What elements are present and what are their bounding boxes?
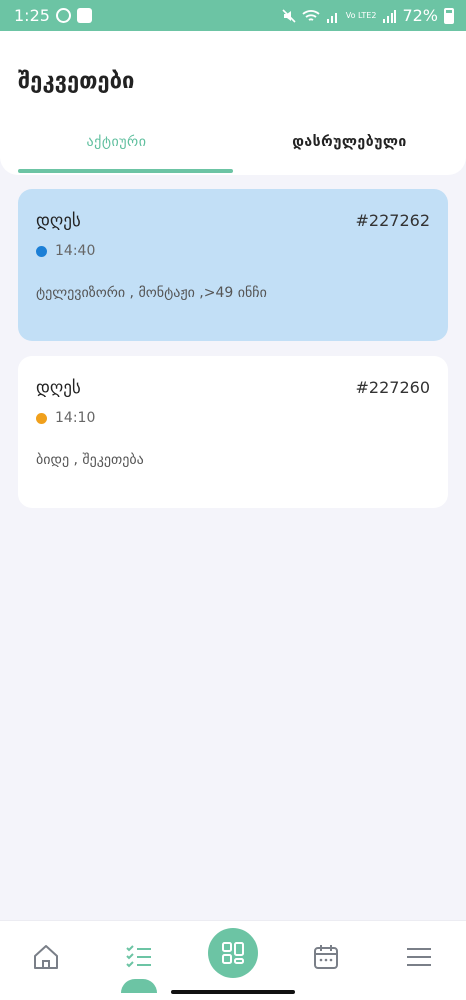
order-time-row: 14:40	[36, 243, 95, 259]
page-title: შეკვეთები	[18, 69, 135, 94]
order-id: #227260	[355, 378, 430, 397]
order-card[interactable]: დღეს #227260 14:10 ბიდე , შეკეთება	[18, 356, 448, 508]
tab-completed-orders[interactable]: დასრულებული	[233, 126, 466, 175]
app-notification-icon	[55, 8, 71, 23]
status-dot-icon	[36, 245, 47, 257]
mute-icon	[282, 8, 296, 23]
calendar-icon[interactable]	[304, 935, 348, 979]
status-time: 1:25	[14, 6, 50, 25]
order-description: ბიდე , შეკეთება	[36, 452, 144, 468]
order-card[interactable]: დღეს #227262 14:40 ტელევიზორი , მონტაჟი …	[18, 189, 448, 341]
status-right: Vo LTE2 72%	[282, 6, 454, 25]
order-day: დღეს	[36, 378, 81, 398]
tab-active-orders[interactable]: აქტიური	[0, 126, 233, 175]
wifi-icon	[302, 9, 320, 23]
battery-percent: 72%	[402, 6, 438, 25]
order-time: 14:40	[55, 243, 96, 259]
tasks-icon[interactable]	[117, 935, 161, 979]
order-id: #227262	[355, 211, 430, 230]
order-time-row: 14:10	[36, 410, 95, 426]
dashboard-icon[interactable]	[208, 928, 258, 978]
active-tab-underline	[18, 169, 233, 173]
order-day: დღეს	[36, 211, 81, 231]
signal-icon-2	[382, 9, 397, 23]
signal-icon	[326, 9, 340, 23]
network-label: Vo LTE2	[345, 10, 377, 20]
tabs: აქტიური დასრულებული	[0, 126, 466, 175]
home-icon[interactable]	[24, 935, 68, 979]
order-description: ტელევიზორი , მონტაჟი ,>49 ინჩი	[36, 285, 267, 301]
home-gesture-bar[interactable]	[171, 990, 295, 994]
image-notification-icon	[76, 8, 92, 23]
status-bar: 1:25 Vo LTE2 72%	[0, 0, 466, 31]
header: შეკვეთები აქტიური დასრულებული	[0, 31, 466, 175]
order-time: 14:10	[55, 410, 96, 426]
status-left: 1:25	[14, 6, 92, 25]
battery-icon	[444, 7, 454, 24]
status-dot-icon	[36, 412, 47, 424]
bottom-nav	[0, 920, 466, 1000]
menu-icon[interactable]	[397, 935, 441, 979]
active-nav-indicator	[121, 979, 157, 993]
